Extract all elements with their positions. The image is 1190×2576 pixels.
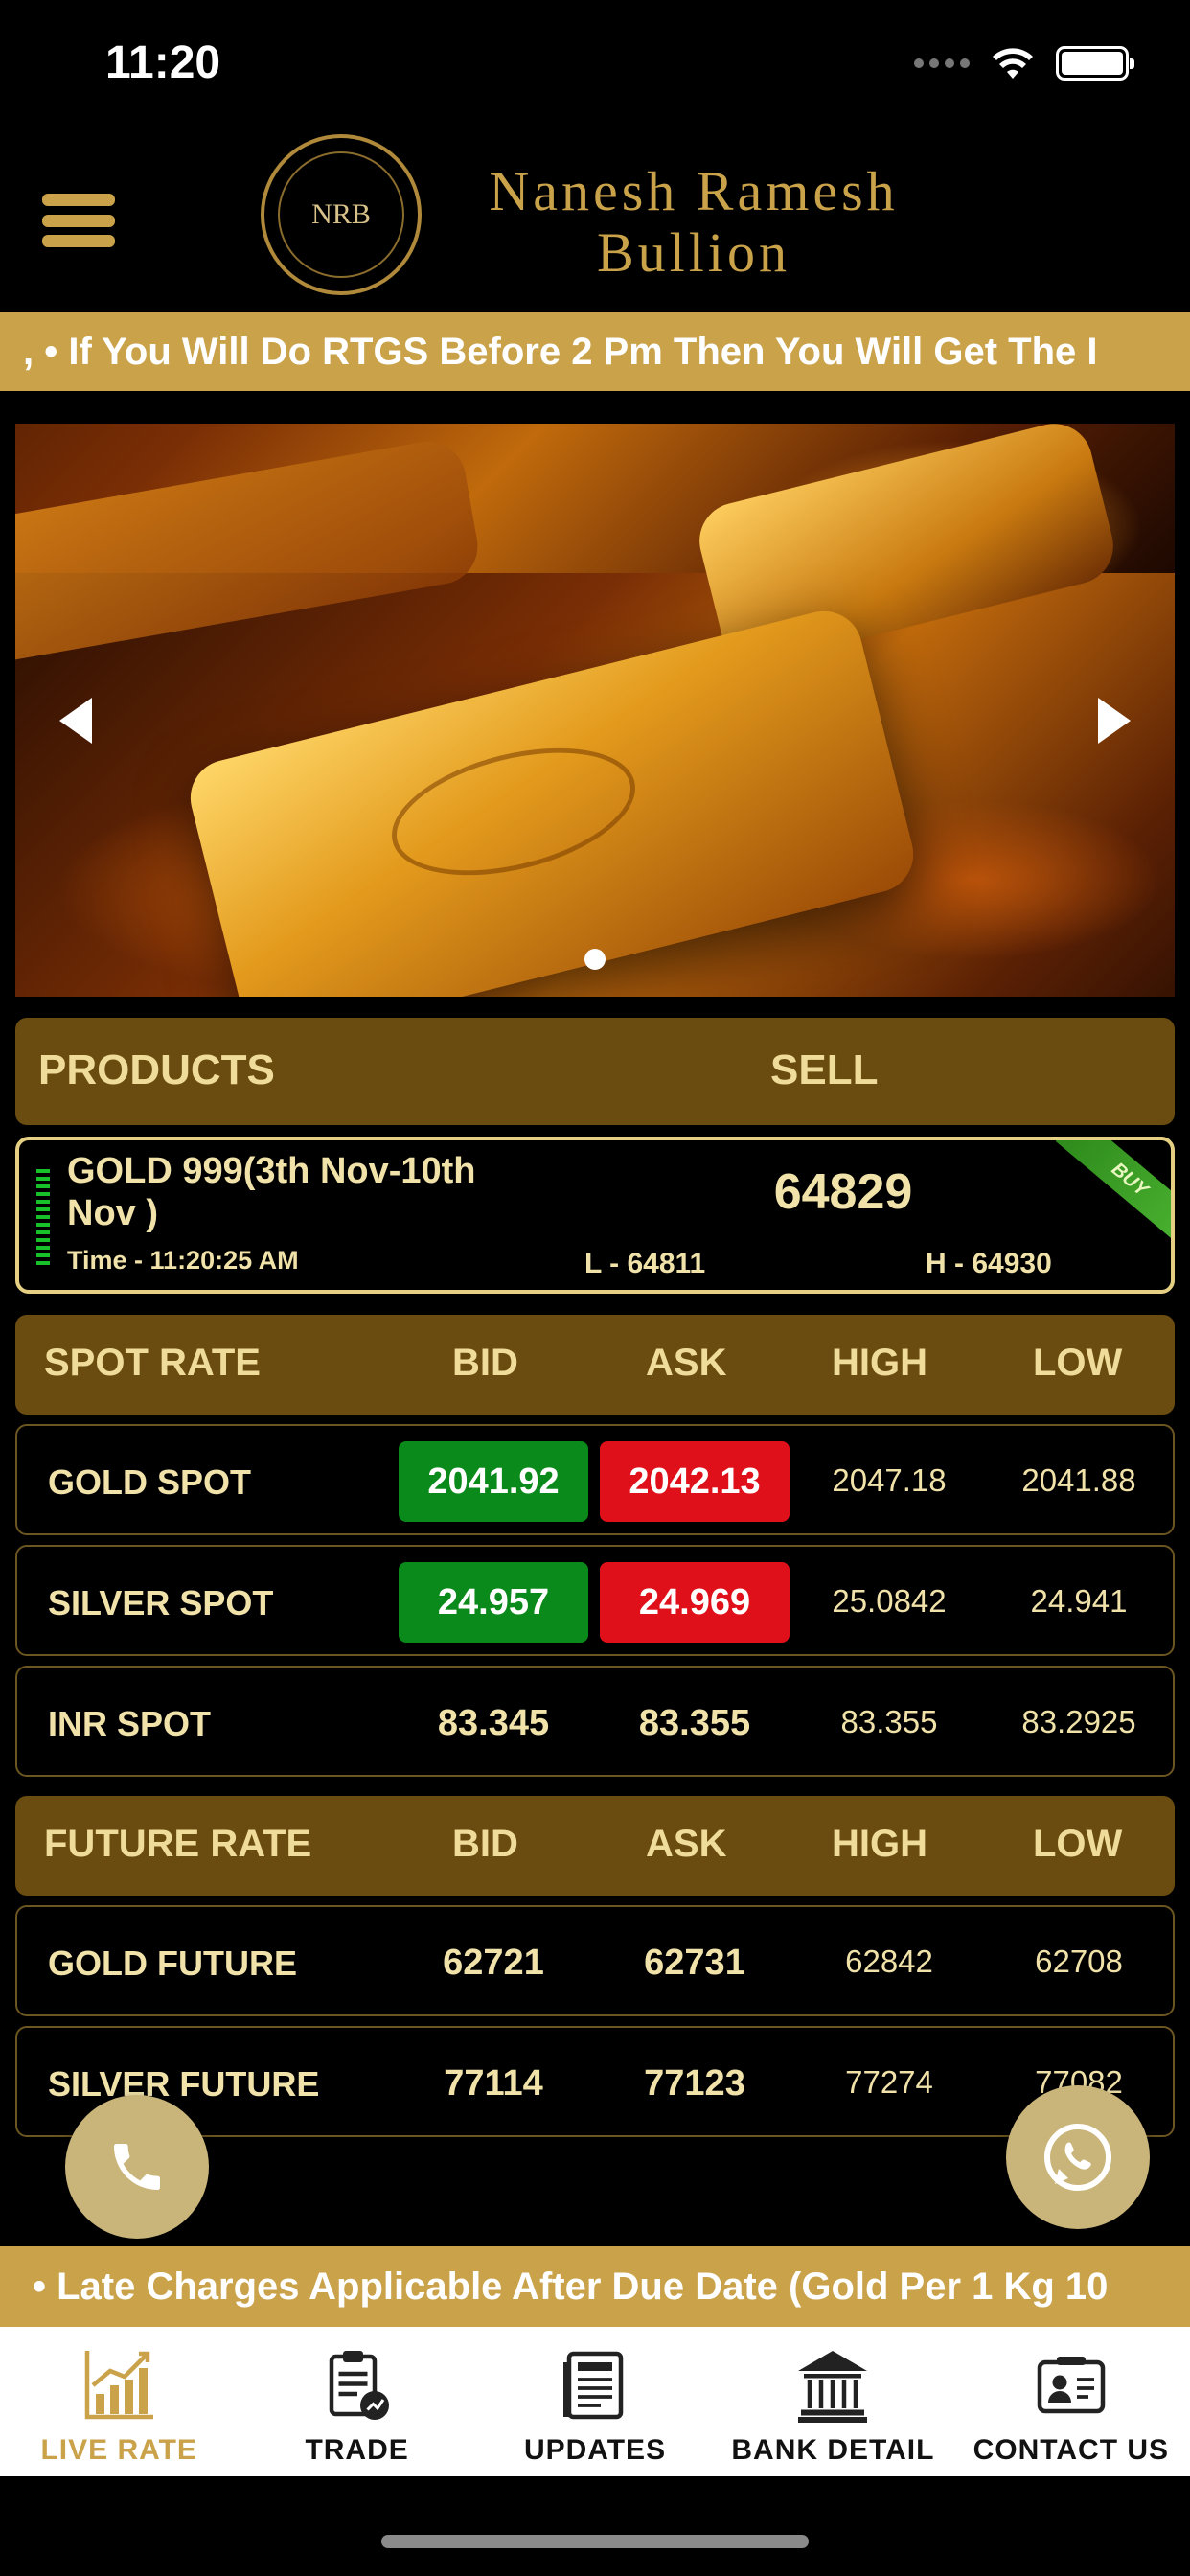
spot-high-label: HIGH [832,1342,927,1384]
high-value: 77274 [845,2064,933,2100]
bank-icon [798,2351,868,2423]
future-row-gold[interactable]: GOLD FUTURE 62721 62731 62842 62708 [15,1905,1175,2016]
future-title: FUTURE RATE [44,1823,312,1865]
logo-text: NRB [278,151,404,278]
nav-contact-us[interactable]: CONTACT US [952,2327,1190,2476]
product-low: L - 64811 [584,1248,706,1279]
chart-icon [84,2351,154,2420]
ask-value: 24.969 [600,1562,790,1643]
low-value: 2041.88 [1021,1462,1136,1498]
cellular-signal-icon [914,58,970,68]
future-low-label: LOW [1033,1823,1123,1865]
status-icons [914,46,1134,80]
ticker-top-text: , • If You Will Do RTGS Before 2 Pm Then… [23,331,1098,373]
low-value: 24.941 [1030,1583,1128,1619]
high-value: 62842 [845,1944,933,1979]
trade-icon [329,2351,389,2420]
spot-ask-label: ASK [646,1342,727,1384]
bid-value: 83.345 [437,1703,550,1743]
carousel-prev-icon[interactable] [59,698,92,744]
product-sell-price: 64829 [773,1164,913,1220]
spot-bid-label: BID [452,1342,518,1384]
nav-trade[interactable]: TRADE [238,2327,475,2476]
nav-updates[interactable]: UPDATES [476,2327,714,2476]
rate-name: SILVER FUTURE [48,2064,320,2104]
spot-low-label: LOW [1033,1342,1123,1384]
nav-label: UPDATES [523,2434,667,2466]
spot-row-inr[interactable]: INR SPOT 83.345 83.355 83.355 83.2925 [15,1666,1175,1777]
bottom-nav: LIVE RATE TRADE UPDATES BANK DETAIL CONT… [0,2327,1190,2476]
nav-label: LIVE RATE [40,2434,197,2466]
brand-name: Nanesh Ramesh Bullion [445,161,943,284]
nav-live-rate[interactable]: LIVE RATE [0,2327,238,2476]
newspaper-icon [563,2351,624,2420]
ask-value: 2042.13 [600,1441,790,1522]
brand-logo: NRB [261,134,422,295]
carousel-next-icon[interactable] [1098,698,1131,744]
product-time: Time - 11:20:25 AM [67,1246,299,1275]
high-value: 2047.18 [832,1462,947,1498]
gold-bar-image [15,435,484,671]
ticker-bottom-text: • Late Charges Applicable After Due Date… [33,2266,1109,2308]
ask-value: 62731 [644,1943,745,1983]
future-high-label: HIGH [832,1823,927,1865]
status-time: 11:20 [105,37,221,88]
bid-value: 2041.92 [399,1441,588,1522]
wifi-icon [993,48,1033,79]
brand-line1: Nanesh Ramesh [489,160,899,222]
rate-name: GOLD FUTURE [48,1944,297,1983]
rate-name: INR SPOT [48,1704,212,1743]
nav-label: CONTACT US [973,2434,1170,2466]
contact-card-icon [1037,2357,1106,2414]
future-ask-label: ASK [646,1823,727,1865]
spot-row-gold[interactable]: GOLD SPOT 2041.92 2042.13 2047.18 2041.8… [15,1424,1175,1535]
carousel-page-indicator[interactable] [584,949,606,970]
product-row[interactable]: GOLD 999(3th Nov-10th Nov ) Time - 11:20… [15,1137,1175,1294]
app-header: NRB Nanesh Ramesh Bullion [0,125,1190,312]
sell-label: SELL [770,1046,879,1093]
hamburger-menu-icon[interactable] [42,194,115,247]
bid-value: 62721 [443,1943,544,1983]
live-indicator-icon [36,1169,50,1265]
nav-label: BANK DETAIL [731,2434,935,2466]
home-indicator[interactable] [381,2535,809,2548]
bid-value: 24.957 [399,1562,588,1643]
buy-ribbon[interactable]: BUY [1055,1140,1171,1247]
product-high: H - 64930 [926,1248,1052,1279]
future-bid-label: BID [452,1823,518,1865]
banner-carousel[interactable] [15,424,1175,997]
products-label: PRODUCTS [38,1046,275,1093]
high-value: 25.0842 [832,1583,947,1619]
status-bar: 11:20 [0,0,1190,134]
battery-icon [1056,46,1134,80]
announcement-ticker-bottom: • Late Charges Applicable After Due Date… [0,2246,1190,2327]
brand-line2: Bullion [596,221,791,284]
whatsapp-button[interactable] [1006,2085,1150,2229]
spot-rate-header: SPOT RATE BID ASK HIGH LOW [15,1315,1175,1414]
rate-name: SILVER SPOT [48,1583,274,1622]
nav-label: TRADE [305,2434,409,2466]
bid-value: 77114 [444,2063,543,2104]
spot-row-silver[interactable]: SILVER SPOT 24.957 24.969 25.0842 24.941 [15,1545,1175,1656]
product-name: GOLD 999(3th Nov-10th Nov ) [67,1151,476,1233]
whatsapp-icon [1044,2124,1111,2191]
phone-icon [114,2144,160,2190]
nav-bank-detail[interactable]: BANK DETAIL [714,2327,951,2476]
ask-value: 83.355 [638,1703,751,1743]
ask-value: 77123 [644,2063,745,2104]
call-button[interactable] [65,2095,209,2239]
rate-name: GOLD SPOT [48,1462,252,1502]
high-value: 83.355 [840,1704,938,1739]
future-rate-header: FUTURE RATE BID ASK HIGH LOW [15,1796,1175,1896]
low-value: 62708 [1035,1944,1123,1979]
products-header: PRODUCTS SELL [15,1018,1175,1125]
spot-title: SPOT RATE [44,1342,261,1384]
announcement-ticker-top: , • If You Will Do RTGS Before 2 Pm Then… [0,312,1190,391]
low-value: 83.2925 [1021,1704,1136,1739]
